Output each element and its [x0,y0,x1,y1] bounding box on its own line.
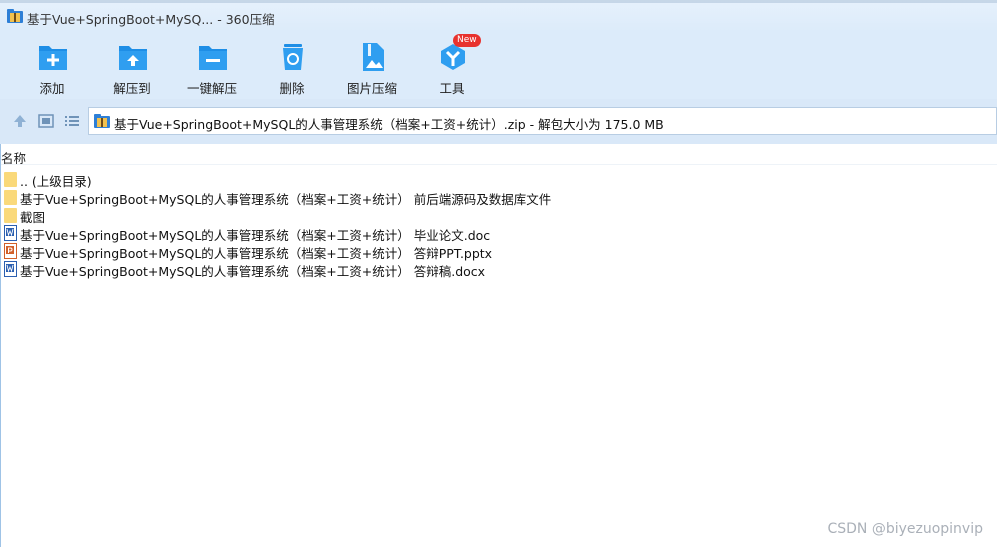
list-item[interactable]: 基于Vue+SpringBoot+MySQL的人事管理系统（档案+工资+统计） … [3,224,703,243]
delete-button[interactable]: 删除 [257,38,327,96]
toolbar: 添加 解压到 一键解压 删除 图片压缩 工具 New [0,32,997,99]
one-click-extract-icon [199,46,227,70]
one-click-extract-button-label: 一键解压 [186,81,237,96]
folder-icon [4,190,17,205]
header-divider [0,164,997,165]
image-compress-button-label: 图片压缩 [346,81,397,96]
list-item[interactable]: 基于Vue+SpringBoot+MySQL的人事管理系统（档案+工资+统计） … [3,188,703,207]
add-button[interactable]: 添加 [17,38,87,96]
one-click-extract-button[interactable]: 一键解压 [177,38,247,96]
extract-to-button[interactable]: 解压到 [97,38,167,96]
folder-icon [4,172,17,187]
word-document-icon [4,225,17,241]
delete-button-label: 删除 [279,81,305,96]
tools-button[interactable]: 工具 New [417,34,487,96]
add-button-label: 添加 [39,81,65,96]
list-item[interactable]: 基于Vue+SpringBoot+MySQL的人事管理系统（档案+工资+统计） … [3,260,703,279]
thumbnail-view-icon[interactable] [38,113,54,129]
list-left-border [0,144,1,547]
recycle-bin-icon [283,44,303,70]
list-item[interactable]: .. (上级目录) [3,170,703,189]
extract-to-icon [119,46,147,70]
extract-to-button-label: 解压到 [113,81,151,96]
word-document-icon [4,261,17,277]
add-folder-icon [39,46,67,70]
image-compress-button[interactable]: 图片压缩 [337,38,407,96]
archive-path: 基于Vue+SpringBoot+MySQL的人事管理系统（档案+工资+统计）.… [114,117,664,132]
image-compress-icon [363,43,384,71]
zip-archive-icon [7,9,23,23]
powerpoint-icon [4,243,17,259]
title-bar: 基于Vue+SpringBoot+MySQ... - 360压缩 [0,0,997,32]
list-item-name: 基于Vue+SpringBoot+MySQL的人事管理系统（档案+工资+统计） … [20,264,486,279]
address-bar[interactable]: 基于Vue+SpringBoot+MySQL的人事管理系统（档案+工资+统计）.… [88,107,997,135]
list-item[interactable]: 基于Vue+SpringBoot+MySQL的人事管理系统（档案+工资+统计） … [3,242,703,261]
folder-icon [4,208,17,223]
list-view-icon[interactable] [64,113,80,129]
list-item[interactable]: 截图 [3,206,703,225]
watermark: CSDN @biyezuopinvip [827,521,983,537]
window-title: 基于Vue+SpringBoot+MySQ... - 360压缩 [27,12,275,27]
title-bar-top-border [0,0,997,3]
new-badge: New [453,34,481,47]
file-list: 名称 .. (上级目录) 基于Vue+SpringBoot+MySQL的人事管理… [0,144,997,547]
zip-archive-icon [94,114,110,128]
up-arrow-icon[interactable] [12,113,28,129]
tools-button-label: 工具 [439,81,465,96]
